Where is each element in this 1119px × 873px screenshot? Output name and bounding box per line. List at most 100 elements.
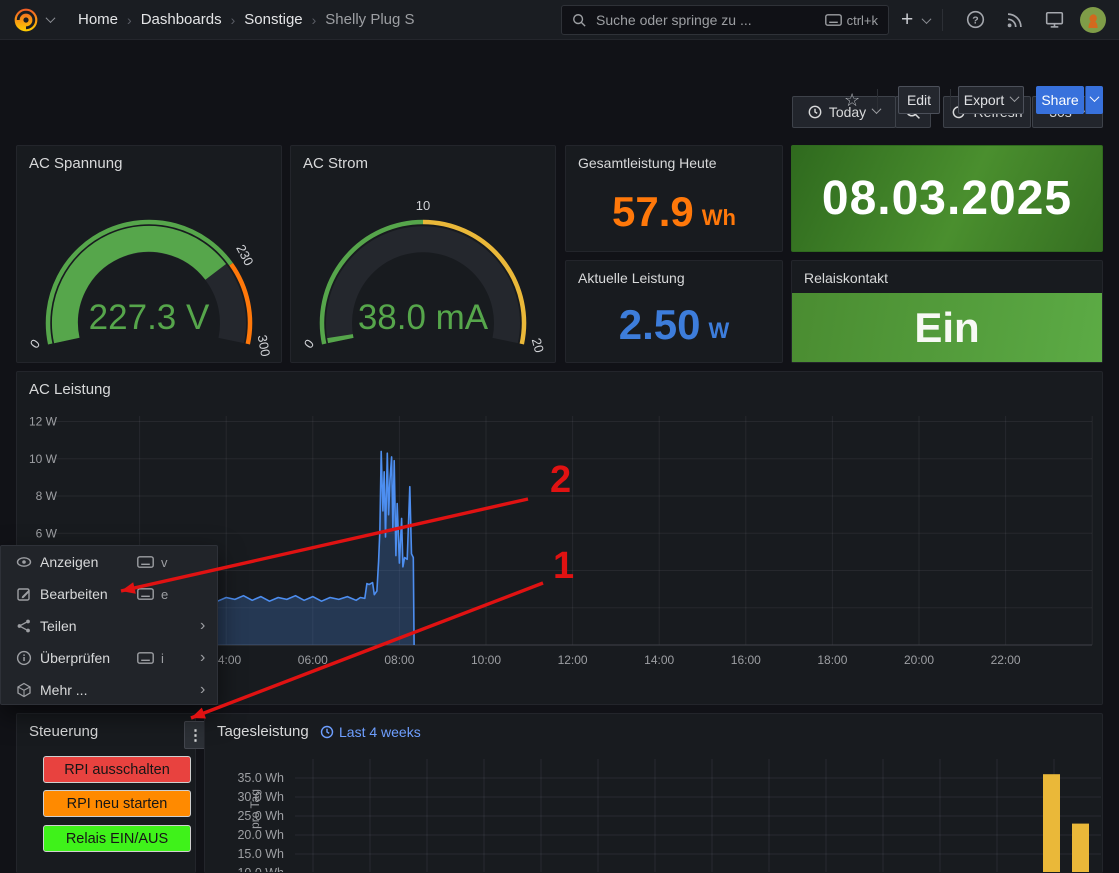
share-button[interactable]: Share — [1036, 86, 1084, 114]
search-icon — [572, 13, 586, 27]
steuerung-button-2[interactable]: Relais EIN/AUS — [43, 825, 191, 852]
total-energy-value: 57.9 — [612, 191, 694, 233]
x-axis-tick-label: 18:00 — [817, 653, 847, 667]
breadcrumb-home[interactable]: Home — [78, 11, 118, 28]
panel-ac-strom: AC Strom 0102038.0 mA — [290, 145, 556, 363]
panel-title: Relaiskontakt — [804, 270, 888, 286]
panel-title: Gesamtleistung Heute — [578, 155, 717, 171]
info-icon — [16, 650, 32, 666]
share-menu-button[interactable] — [1085, 86, 1103, 114]
avatar[interactable] — [1080, 7, 1106, 33]
y-axis-tick-label: 6 W — [36, 526, 58, 540]
gauge-tick-label: 10 — [416, 198, 430, 213]
y-axis-tick-label: 8 W — [36, 489, 58, 503]
panel-aktuelle-leistung: Aktuelle Leistung 2.50 W — [565, 260, 783, 363]
chevron-down-icon — [1089, 92, 1099, 102]
divider — [942, 9, 943, 31]
star-icon[interactable]: ☆ — [844, 90, 860, 111]
breadcrumb-current: Shelly Plug S — [325, 11, 414, 28]
voltage-gauge: 0 230 300 227.3 V — [17, 146, 281, 362]
export-button[interactable]: Export — [958, 86, 1024, 114]
breadcrumb-folder[interactable]: Sonstige — [244, 11, 302, 28]
shortcut-hint: e — [137, 587, 168, 602]
steuerung-button-1[interactable]: RPI neu starten — [43, 790, 191, 817]
breadcrumb-dashboards[interactable]: Dashboards — [141, 11, 222, 28]
bar — [1043, 774, 1060, 872]
x-axis-tick-label: 14:00 — [644, 653, 674, 667]
gauge-tick-label: 0 — [301, 336, 317, 351]
add-icon[interactable]: + — [901, 8, 913, 32]
dashboard-toolbar: ☆ Edit Export Share — [0, 40, 1119, 80]
y-axis-tick-label: 12 W — [29, 415, 58, 429]
edit-icon — [16, 586, 32, 602]
keyboard-icon — [137, 556, 154, 568]
current-power-unit: W — [708, 320, 729, 342]
top-nav: Home › Dashboards › Sonstige › Shelly Pl… — [0, 0, 1119, 40]
breadcrumb-separator: › — [231, 12, 236, 28]
gauge-value: 38.0 mA — [358, 298, 489, 337]
y-axis-tick-label: 20.0 Wh — [237, 828, 284, 842]
relay-state-value: Ein — [792, 293, 1102, 362]
news-rss-icon[interactable] — [1006, 11, 1024, 29]
x-axis-tick-label: 22:00 — [991, 653, 1021, 667]
steuerung-button-0[interactable]: RPI ausschalten — [43, 756, 191, 783]
keyboard-icon — [825, 14, 842, 26]
breadcrumb: Home › Dashboards › Sonstige › Shelly Pl… — [78, 11, 415, 28]
share-icon — [16, 618, 32, 634]
grafana-logo[interactable] — [13, 7, 39, 33]
gauge-tick-label: 0 — [27, 336, 43, 351]
panel-title: AC Spannung — [29, 155, 122, 172]
panel-gesamtleistung: Gesamtleistung Heute 57.9 Wh — [565, 145, 783, 252]
x-axis-tick-label: 08:00 — [384, 653, 414, 667]
gauge-fill — [340, 336, 341, 340]
panel-steuerung: Steuerung ⋮ RPI ausschalten RPI neu star… — [16, 713, 196, 873]
bar — [1072, 824, 1089, 872]
monitor-icon[interactable] — [1045, 10, 1064, 29]
keyboard-icon — [137, 588, 154, 600]
breadcrumb-separator: › — [312, 12, 317, 28]
chevron-down-icon[interactable] — [46, 13, 56, 23]
panel-context-menu: Anzeigen v Bearbeiten e Teilen › Überprü… — [0, 545, 218, 705]
x-axis-tick-label: 16:00 — [731, 653, 761, 667]
chevron-down-icon[interactable] — [922, 14, 932, 24]
keyboard-icon — [137, 652, 154, 664]
y-axis-tick-label: 15.0 Wh — [237, 847, 284, 861]
x-axis-tick-label: 10:00 — [471, 653, 501, 667]
menu-item-teilen[interactable]: Teilen › — [1, 610, 217, 642]
y-axis-tick-label: 10.0 Wh — [237, 866, 284, 872]
eye-icon — [16, 554, 32, 570]
panel-title: Steuerung — [29, 723, 98, 740]
gauge-value: 227.3 V — [89, 298, 210, 337]
gauge-tick-label: 300 — [255, 334, 274, 358]
current-power-value: 2.50 — [619, 304, 701, 346]
clock-icon — [320, 725, 334, 739]
menu-item-mehr[interactable]: Mehr ... › — [1, 674, 217, 706]
time-shift-link[interactable]: Last 4 weeks — [320, 724, 421, 740]
shortcut-hint: i — [137, 651, 164, 666]
edit-button[interactable]: Edit — [898, 86, 940, 114]
svg-text:?: ? — [972, 14, 978, 26]
y-axis-tick-label: 10 W — [29, 452, 58, 466]
menu-item-anzeigen[interactable]: Anzeigen v — [1, 546, 217, 578]
menu-item-ueberpruefen[interactable]: Überprüfen i › — [1, 642, 217, 674]
panel-title: AC Leistung — [29, 381, 111, 398]
panel-title: AC Strom — [303, 155, 368, 172]
panel-title: Aktuelle Leistung — [578, 270, 685, 286]
panel-relaiskontakt: Relaiskontakt Ein — [791, 260, 1103, 363]
panel-title: Tagesleistung — [217, 723, 309, 740]
total-energy-unit: Wh — [702, 207, 736, 229]
gauge-tick-label: 230 — [233, 242, 256, 268]
chevron-right-icon: › — [200, 682, 205, 698]
x-axis-tick-label: 20:00 — [904, 653, 934, 667]
search-input-wrap[interactable]: ctrl+k — [561, 5, 889, 35]
menu-item-bearbeiten[interactable]: Bearbeiten e — [1, 578, 217, 610]
help-icon[interactable]: ? — [966, 10, 985, 29]
x-axis-tick-label: 12:00 — [558, 653, 588, 667]
y-axis-tick-label: 35.0 Wh — [237, 771, 284, 785]
chevron-right-icon: › — [200, 618, 205, 634]
clock-icon — [808, 105, 822, 119]
divider — [950, 89, 951, 111]
y-axis-title: pro Tag — [248, 789, 262, 829]
search-input[interactable] — [594, 11, 825, 29]
shortcut-hint: v — [137, 555, 168, 570]
